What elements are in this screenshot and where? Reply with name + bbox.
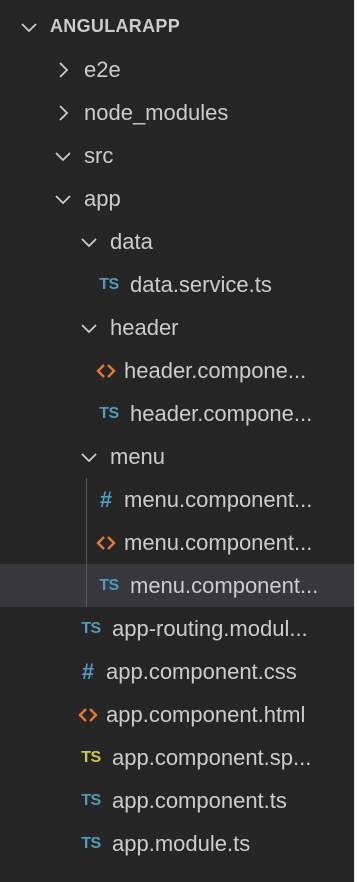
tree-file-header-compone-9[interactable]: TS header.compone...: [0, 392, 354, 435]
typescript-file-icon: TS: [81, 619, 101, 637]
html-file-icon: [78, 705, 98, 725]
tree-file-app-component-sp-17[interactable]: TS app.component.sp...: [0, 736, 354, 779]
tree-file-header-compone-8[interactable]: header.compone...: [0, 349, 354, 392]
tree-folder-menu-10[interactable]: menu: [0, 435, 354, 478]
tree-item-label: menu: [110, 443, 166, 469]
tree-file-app-component-css-15[interactable]: # app.component.css: [0, 650, 354, 693]
tree-folder-src-3[interactable]: src: [0, 134, 354, 177]
tree-item-label: data: [110, 228, 153, 254]
tree-item-label: app.component.html: [106, 701, 306, 727]
tree-item-label: ANGULARAPP: [50, 16, 181, 36]
tree-item-label: src: [84, 142, 114, 168]
css-file-icon: #: [81, 658, 95, 684]
tree-item-label: header: [110, 314, 179, 340]
tree-folder-node-modules-2[interactable]: node_modules: [0, 91, 354, 134]
tree-item-label: data.service.ts: [130, 271, 272, 297]
typescript-file-icon: TS: [81, 791, 101, 809]
tree-file-app-component-html-16[interactable]: app.component.html: [0, 693, 354, 736]
tree-file-app-routing-modul-14[interactable]: TS app-routing.modul...: [0, 607, 354, 650]
tree-item-label: app: [84, 185, 121, 211]
tree-file-app-module-ts-19[interactable]: TS app.module.ts: [0, 822, 354, 865]
tree-item-label: header.compone...: [130, 400, 313, 426]
tree-file-menu-component-13[interactable]: TS menu.component...: [0, 564, 354, 607]
indent-guide: [86, 564, 87, 607]
tree-folder-data-5[interactable]: data: [0, 220, 354, 263]
tree-item-label: app-routing.modul...: [112, 615, 308, 641]
chevron-down-icon: [52, 188, 74, 210]
tree-folder-e2e-1[interactable]: e2e: [0, 48, 354, 91]
tree-file-menu-component-12[interactable]: menu.component...: [0, 521, 354, 564]
file-tree: ANGULARAPP e2e node_modulessrc app data TS dat…: [0, 5, 354, 865]
typescript-file-icon: TS: [99, 576, 119, 594]
typescript-file-icon: TS: [99, 404, 119, 422]
tree-folder-app-4[interactable]: app: [0, 177, 354, 220]
html-file-icon: [96, 361, 116, 381]
chevron-down-icon: [78, 317, 100, 339]
tree-item-label: app.module.ts: [112, 830, 251, 856]
html-file-icon: [96, 533, 116, 553]
tree-item-label: menu.component...: [130, 572, 319, 598]
tree-item-label: header.compone...: [124, 357, 307, 383]
tree-item-label: e2e: [84, 56, 121, 82]
typescript-spec-file-icon: TS: [81, 748, 101, 766]
tree-item-label: app.component.sp...: [112, 744, 312, 770]
tree-file-menu-component-11[interactable]: # menu.component...: [0, 478, 354, 521]
typescript-file-icon: TS: [81, 834, 101, 852]
chevron-down-icon: [18, 16, 40, 38]
chevron-down-icon: [78, 446, 100, 468]
tree-folder-header-7[interactable]: header: [0, 306, 354, 349]
chevron-right-icon: [52, 59, 74, 81]
tree-item-label: menu.component...: [124, 529, 313, 555]
tree-file-data-service-ts-6[interactable]: TS data.service.ts: [0, 263, 354, 306]
file-explorer: ANGULARAPP e2e node_modulessrc app data TS dat…: [0, 0, 355, 882]
tree-item-label: node_modules: [84, 99, 229, 125]
tree-folder-angularapp-0[interactable]: ANGULARAPP: [0, 5, 354, 48]
tree-file-app-component-ts-18[interactable]: TS app.component.ts: [0, 779, 354, 822]
indent-guide: [86, 478, 87, 521]
typescript-file-icon: TS: [99, 275, 119, 293]
tree-item-label: menu.component...: [124, 486, 313, 512]
chevron-right-icon: [52, 102, 74, 124]
css-file-icon: #: [99, 486, 113, 512]
indent-guide: [86, 521, 87, 564]
chevron-down-icon: [52, 145, 74, 167]
tree-item-label: app.component.css: [106, 658, 297, 684]
tree-item-label: app.component.ts: [112, 787, 287, 813]
chevron-down-icon: [78, 231, 100, 253]
